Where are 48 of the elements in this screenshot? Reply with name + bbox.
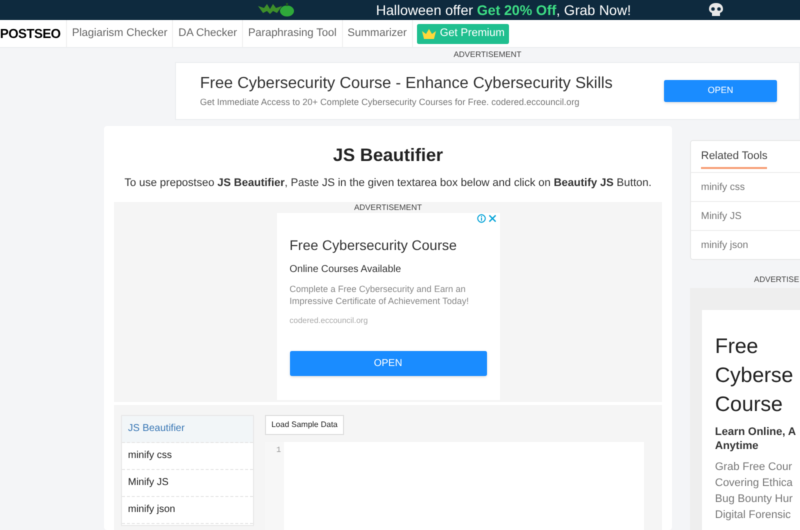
crown-icon — [420, 28, 437, 40]
ad-label: ADVERTISEMENT — [454, 49, 522, 61]
tool-list-item[interactable]: Minify JS — [122, 470, 253, 496]
nav-link[interactable]: Paraphrasing Tool — [242, 20, 342, 47]
close-icon[interactable] — [488, 214, 496, 222]
ad-body-line: Grab Free Cour — [715, 460, 794, 475]
ad-subtitle-line: Anytime — [715, 439, 760, 453]
line-number: 1 — [276, 444, 281, 456]
site-logo[interactable]: POSTSEO — [0, 20, 66, 47]
page-title: JS Beautifier — [332, 144, 444, 167]
ad-body-line: Digital Forensic — [715, 508, 792, 523]
skull-icon — [708, 3, 724, 17]
related-tools-heading: Related Tools — [701, 144, 768, 170]
promo-text: Halloween offer Get 20% Off, Grab Now! — [376, 0, 631, 20]
related-tool-link[interactable]: minify css — [691, 172, 800, 201]
ad-url: codered.eccouncil.org — [290, 314, 369, 326]
open-button[interactable]: OPEN — [664, 80, 777, 102]
ad-body-line: Covering Ethica — [715, 476, 794, 491]
ad-body: Complete a Free Cybersecurity and Earn an Impressive Certificate of Achievement Today! — [290, 282, 470, 306]
info-icon[interactable] — [476, 214, 486, 222]
related-tool-link[interactable]: Minify JS — [691, 201, 800, 230]
ad-subtitle: Get Immediate Access to 20+ Complete Cybersecurity Courses for Free. codered.eccouncil.org — [200, 96, 580, 110]
ad-card[interactable]: Free Cyberse Course Learn Online, A Anytime Grab Free Cour Covering Ethica Bug Bounty Hur Digital Forensic — [702, 310, 800, 530]
related-tool-link[interactable]: minify json — [691, 230, 800, 259]
nav-link[interactable]: Plagiarism Checker — [66, 20, 172, 47]
ad-body-line: Bug Bounty Hur — [715, 492, 794, 507]
open-button[interactable]: OPEN — [290, 350, 486, 376]
ad-title: Free Cybersecurity Course - Enhance Cybersecurity Skills — [200, 74, 614, 94]
ad-subtitle-line: Learn Online, A — [715, 425, 797, 439]
bat-icon — [258, 2, 282, 14]
pumpkin-icon — [279, 3, 295, 17]
ad-subtitle: Online Courses Available — [290, 262, 402, 276]
ad-banner[interactable]: Free Cybersecurity Course - Enhance Cybersecurity Skills Get Immediate Access to 20+ Complete Cybersecurity Courses for Free. codered.eccouncil.org OPEN — [175, 62, 800, 120]
load-sample-button[interactable]: Load Sample Data — [265, 414, 344, 434]
ad-label: ADVERTISE — [754, 274, 800, 286]
nav-link[interactable]: DA Checker — [172, 20, 242, 47]
ad-title-line: Course — [715, 392, 784, 418]
ad-title: Free Cybersecurity Course — [290, 236, 458, 255]
tool-list-item[interactable]: JS Beautifier — [122, 416, 253, 442]
ad-title-line: Free — [715, 334, 760, 360]
description: To use prepostseo JS Beautifier, Paste JS in the given textarea box below and click on Beautify JS Button. — [124, 176, 652, 191]
ad-label: ADVERTISEMENT — [354, 202, 422, 212]
nav-link[interactable]: Summarizer — [342, 20, 412, 47]
ad-card[interactable]: Free Cybersecurity Course Online Courses Available Complete a Free Cybersecurity and Earn an Impressive Certificate of Achievement Today! codered.eccouncil.org OPEN — [276, 212, 500, 400]
tool-list-item[interactable]: minify css — [122, 442, 253, 470]
ad-title-line: Cyberse — [715, 363, 794, 389]
promo-banner[interactable]: Halloween offer Get 20% Off, Grab Now! — [0, 0, 800, 20]
tool-list-item[interactable]: minify json — [122, 496, 253, 524]
